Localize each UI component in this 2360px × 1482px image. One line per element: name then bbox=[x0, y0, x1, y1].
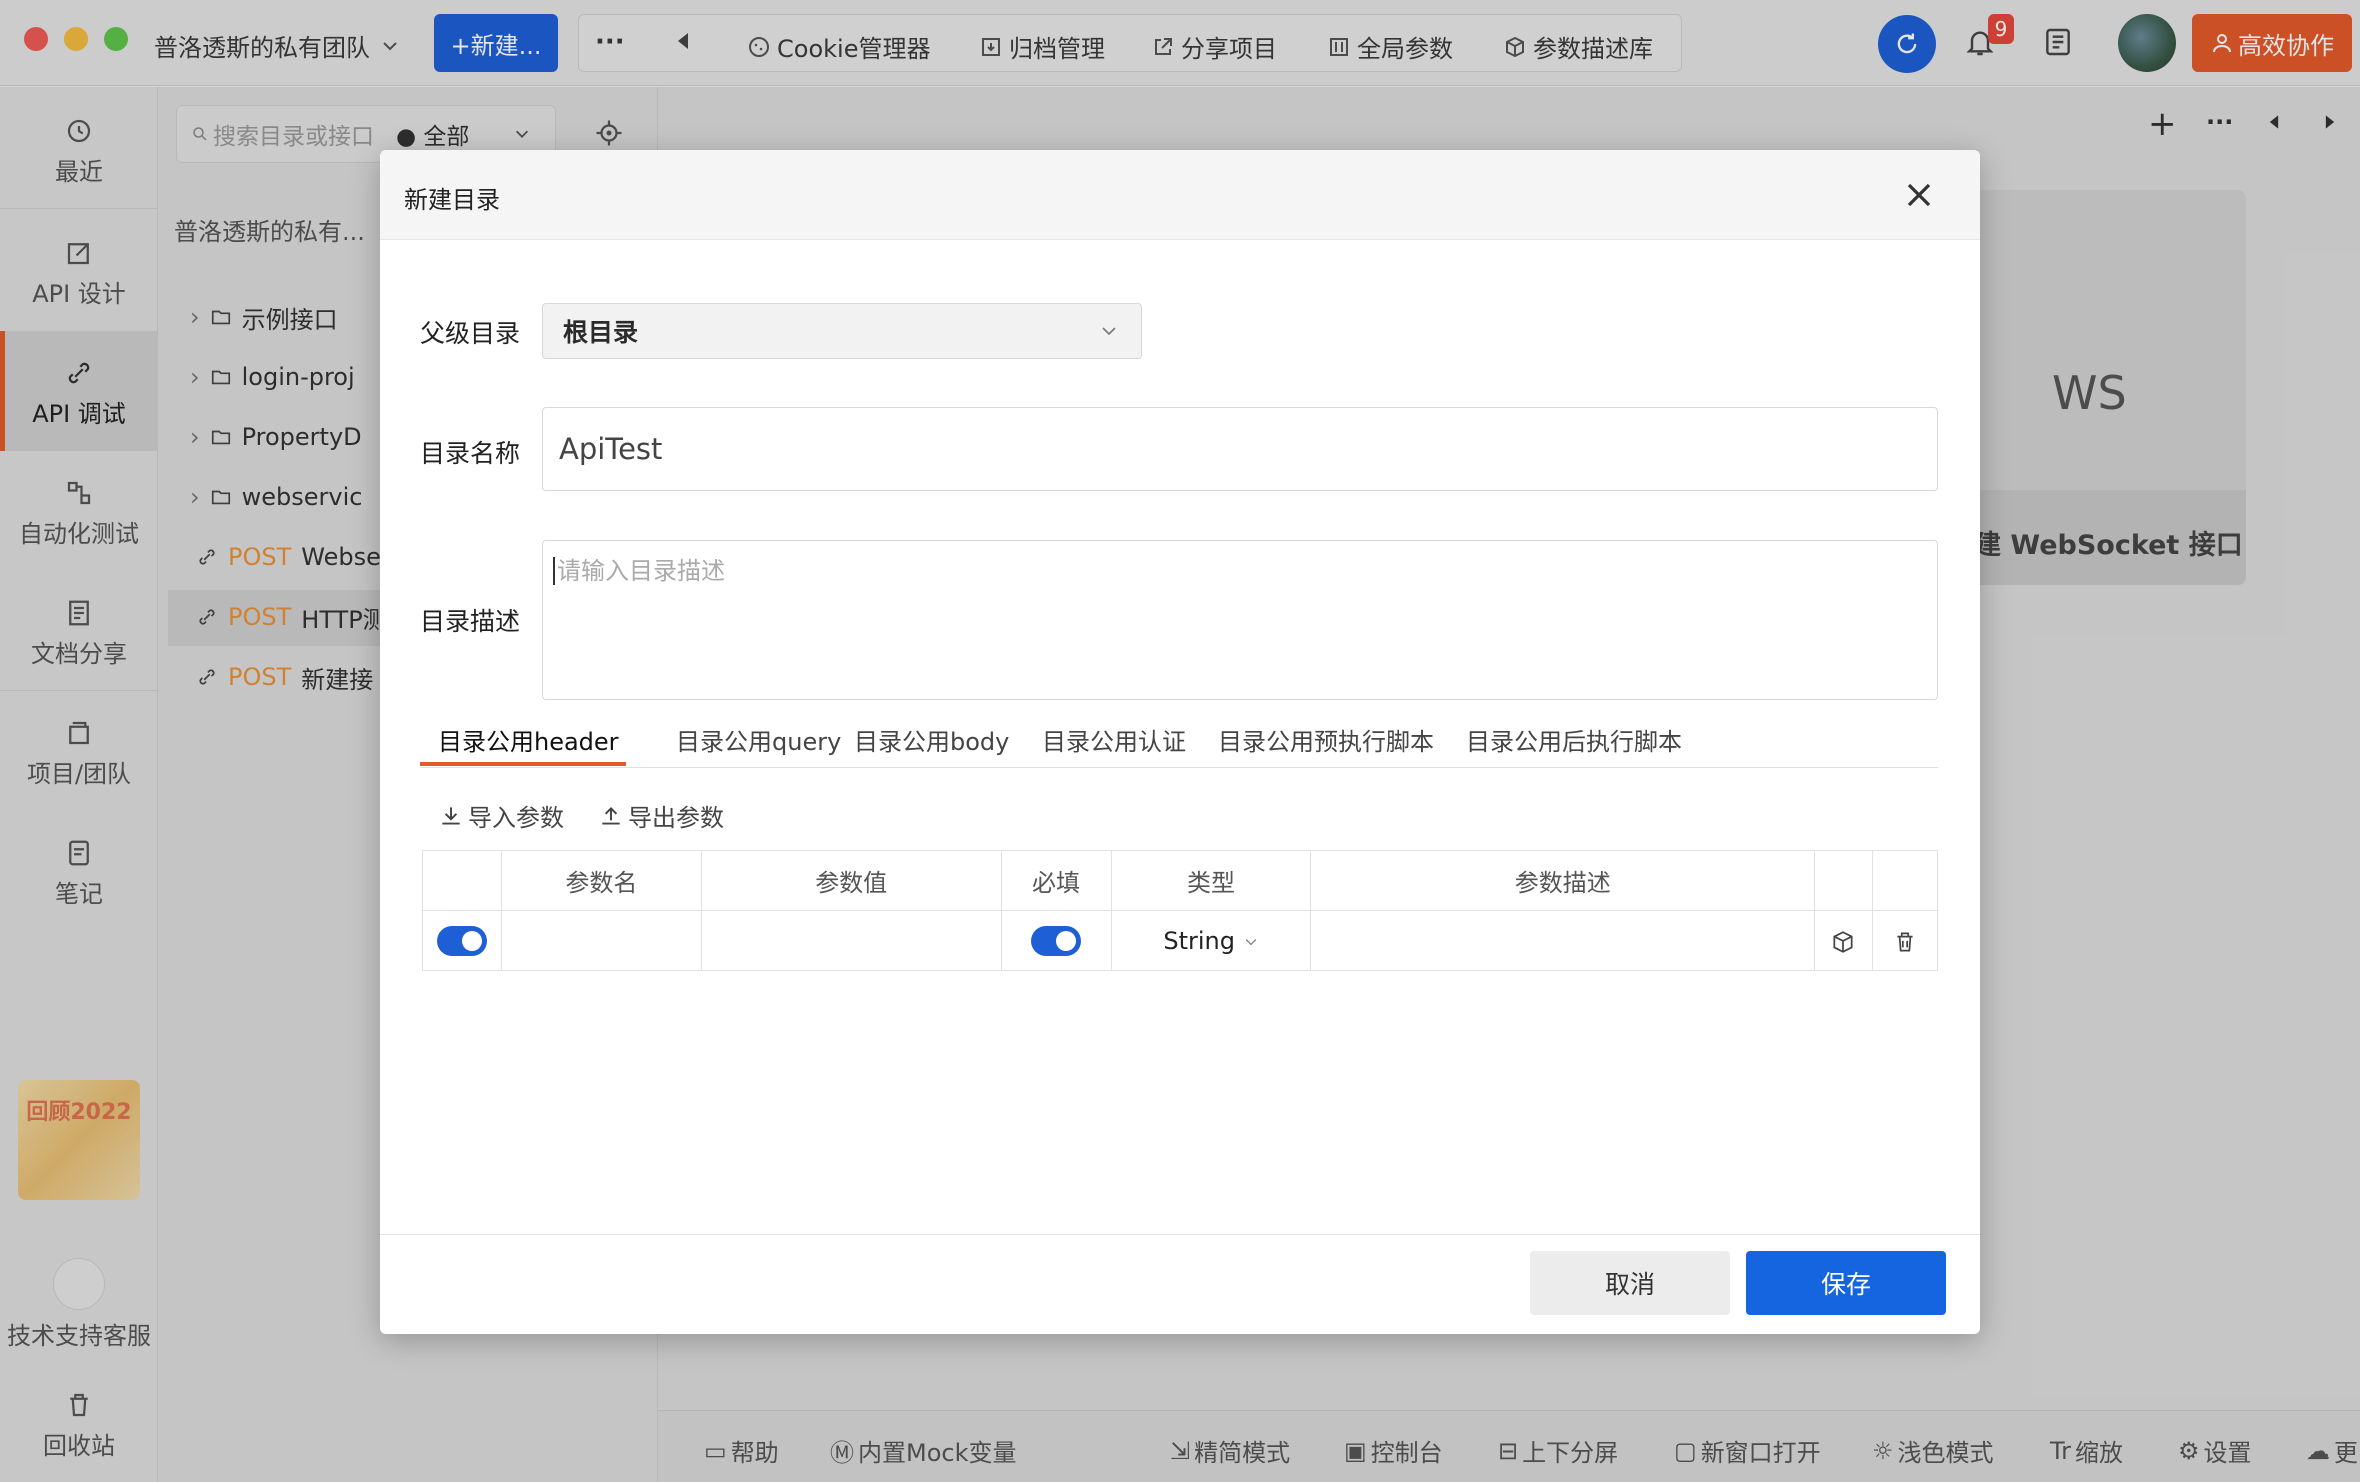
table-header: 参数名 bbox=[500, 850, 702, 911]
tab-query[interactable]: 目录公用query bbox=[676, 722, 841, 757]
row-lib-cell bbox=[1814, 910, 1873, 971]
table-header: 参数值 bbox=[700, 850, 1002, 911]
table-header: 类型 bbox=[1110, 850, 1312, 911]
tab-auth[interactable]: 目录公用认证 bbox=[1042, 722, 1186, 757]
export-params-button[interactable]: 导出参数 bbox=[598, 798, 724, 833]
dialog-title: 新建目录 bbox=[404, 186, 500, 214]
parent-label: 父级目录 bbox=[420, 319, 521, 348]
table-header-action bbox=[1871, 850, 1939, 911]
cancel-button[interactable]: 取消 bbox=[1530, 1251, 1730, 1315]
row-enable-toggle[interactable] bbox=[436, 925, 487, 956]
desc-placeholder: 请输入目录描述 bbox=[553, 557, 725, 585]
dialog-footer bbox=[380, 1234, 1980, 1334]
trash-icon[interactable] bbox=[1892, 929, 1918, 955]
dialog-header: 新建目录 bbox=[380, 150, 1980, 240]
table-row: String bbox=[422, 910, 1939, 971]
table-header-toggle bbox=[422, 850, 502, 911]
name-input[interactable]: ApiTest bbox=[542, 407, 1938, 491]
tab-bar: 目录公用header 目录公用query 目录公用body 目录公用认证 目录公… bbox=[420, 718, 1938, 768]
import-params-button[interactable]: 导入参数 bbox=[438, 798, 564, 833]
name-label: 目录名称 bbox=[420, 439, 521, 468]
new-folder-dialog: 新建目录 父级目录 根目录 目录名称 ApiTest 目录描述 请输入目录描述 … bbox=[380, 150, 1980, 1334]
tab-pre-script[interactable]: 目录公用预执行脚本 bbox=[1218, 722, 1434, 757]
chevron-down-icon bbox=[1102, 327, 1116, 336]
tab-header[interactable]: 目录公用header bbox=[438, 722, 619, 757]
upload-icon bbox=[602, 806, 620, 825]
active-tab-indicator bbox=[420, 762, 626, 766]
tab-body[interactable]: 目录公用body bbox=[854, 722, 1009, 757]
row-delete-cell bbox=[1871, 910, 1939, 971]
dialog-close-button[interactable] bbox=[1904, 180, 1934, 216]
row-enable-cell bbox=[422, 910, 502, 971]
type-cell[interactable]: String bbox=[1110, 910, 1312, 971]
required-cell bbox=[1000, 910, 1112, 971]
chevron-down-icon bbox=[1245, 938, 1256, 945]
import-params-label: 导入参数 bbox=[468, 804, 564, 832]
params-table: 参数名 参数值 必填 类型 参数描述 String bbox=[422, 850, 1939, 971]
param-name-cell[interactable] bbox=[500, 910, 702, 971]
export-params-label: 导出参数 bbox=[628, 804, 724, 832]
parent-select[interactable]: 根目录 bbox=[542, 303, 1142, 359]
required-toggle[interactable] bbox=[1031, 925, 1082, 956]
table-header-row: 参数名 参数值 必填 类型 参数描述 bbox=[422, 850, 1939, 911]
close-icon bbox=[1907, 183, 1931, 207]
parent-value: 根目录 bbox=[563, 318, 639, 347]
type-value: String bbox=[1163, 926, 1235, 955]
param-desc-cell[interactable] bbox=[1310, 910, 1815, 971]
download-icon bbox=[442, 806, 460, 825]
save-button[interactable]: 保存 bbox=[1746, 1251, 1946, 1315]
table-header: 必填 bbox=[1000, 850, 1112, 911]
table-header: 参数描述 bbox=[1310, 850, 1815, 911]
desc-label: 目录描述 bbox=[420, 607, 521, 636]
table-header-action bbox=[1814, 850, 1873, 911]
tab-post-script[interactable]: 目录公用后执行脚本 bbox=[1466, 722, 1682, 757]
param-value-cell[interactable] bbox=[700, 910, 1002, 971]
desc-textarea[interactable]: 请输入目录描述 bbox=[542, 540, 1938, 700]
cube-icon[interactable] bbox=[1830, 929, 1856, 955]
